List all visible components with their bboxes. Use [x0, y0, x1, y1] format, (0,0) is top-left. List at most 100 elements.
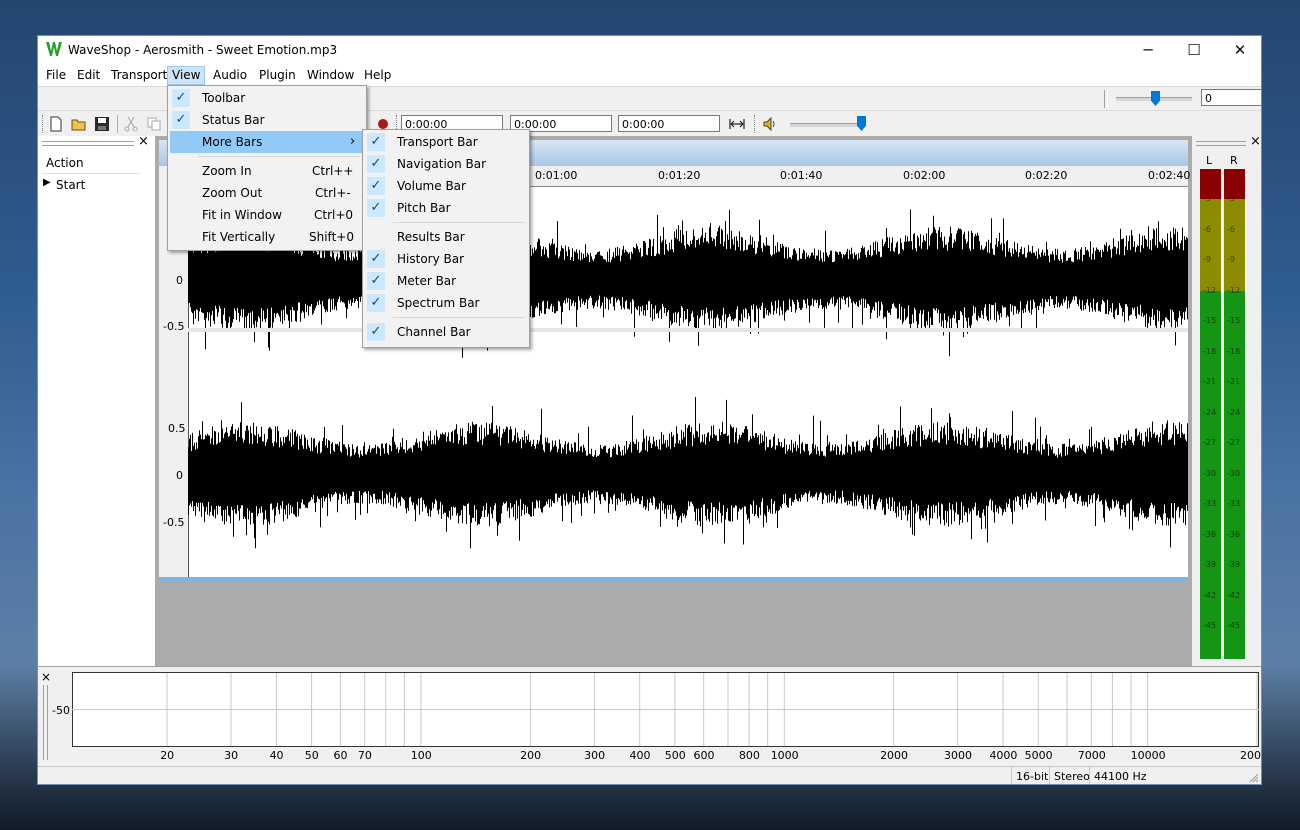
frequency-tick-label: 1000 [770, 749, 799, 762]
view-menu-zoom-in[interactable]: Zoom In Ctrl++ [170, 160, 362, 182]
spectrum-close-button[interactable]: × [41, 670, 51, 684]
toolbar-grip[interactable] [42, 115, 45, 133]
open-folder-icon[interactable] [71, 116, 87, 132]
more-bars-transport-bar[interactable]: ✓ Transport Bar [365, 131, 525, 153]
menu-window[interactable]: Window [303, 67, 358, 84]
close-button[interactable]: ✕ [1217, 36, 1261, 64]
ch2-axis-label: -0.5 [163, 516, 185, 529]
meter-scale-label: -6 [1203, 224, 1211, 234]
menu-transport[interactable]: Transport [107, 67, 171, 84]
check-icon: ✓ [367, 133, 385, 151]
meter-close-button[interactable]: × [1250, 134, 1261, 149]
frequency-tick-label: 200 [520, 749, 542, 762]
status-bar: 16-bit Stereo 44100 Hz [38, 766, 1261, 784]
maximize-button[interactable]: ☐ [1171, 36, 1217, 64]
meter-scale-label: -27 [1203, 438, 1217, 447]
meter-scale-label: -24 [1203, 407, 1217, 417]
menu-audio[interactable]: Audio [209, 67, 251, 84]
meter-scale-label: -30 [1227, 468, 1241, 478]
volume-slider-thumb[interactable] [857, 116, 866, 131]
fit-width-icon[interactable] [729, 116, 745, 132]
new-file-icon[interactable] [48, 116, 64, 132]
history-panel: × Action ▶ Start [38, 134, 156, 666]
check-icon: ✓ [367, 177, 385, 195]
view-menu: ✓ Toolbar ✓ Status Bar More Bars › Zoom … [167, 85, 367, 251]
level-meter: -3 -6 -9 -12 -15 -18 -21 -24 -27 -30 -33 -36 -39 -42-… [1200, 169, 1248, 659]
channel-divider[interactable] [188, 328, 1188, 332]
meter-scale-label: -21 [1203, 377, 1217, 386]
frequency-tick-label: 40 [269, 749, 284, 762]
view-menu-status-bar[interactable]: ✓ Status Bar [170, 109, 362, 131]
check-icon: ✓ [367, 155, 385, 173]
check-icon: ✓ [172, 89, 190, 107]
more-bars-navigation-bar[interactable]: ✓ Navigation Bar [365, 153, 525, 175]
shortcut-label: Ctrl+- [315, 186, 351, 200]
selection-length-field[interactable]: 0:00:00 [618, 115, 720, 132]
menu-separator [393, 317, 525, 318]
view-menu-fit-vertically[interactable]: Fit Vertically Shift+0 [170, 226, 362, 248]
frequency-tick-label: 400 [629, 749, 651, 762]
history-column-header[interactable]: Action [46, 156, 84, 170]
frequency-tick-label: 300 [584, 749, 606, 762]
save-icon[interactable] [94, 116, 110, 132]
ch1-axis-label: 0 [176, 274, 183, 287]
meter-scale-label: -39 [1203, 560, 1217, 569]
panel-grip[interactable] [42, 141, 134, 146]
menu-edit[interactable]: Edit [73, 67, 104, 84]
meter-scale-label: -3 [1203, 194, 1211, 203]
frequency-tick-label: 800 [738, 749, 760, 762]
meter-scale-label: -42 [1227, 590, 1241, 600]
pitch-value-field[interactable]: 0 [1201, 89, 1261, 106]
meter-scale-label: -33 [1227, 499, 1241, 508]
meter-scale-label: -3 [1227, 194, 1235, 203]
spectrum-plot[interactable] [72, 672, 1259, 747]
check-icon: ✓ [367, 199, 385, 217]
meter-scale-label: -33 [1203, 499, 1217, 508]
resize-grip-icon[interactable] [1249, 773, 1259, 783]
current-state-marker-icon: ▶ [43, 177, 51, 188]
ch1-axis-label: -0.5 [163, 320, 185, 333]
more-bars-channel-bar[interactable]: ✓ Channel Bar [365, 321, 525, 343]
meter-scale-label: -21 [1227, 377, 1241, 386]
view-menu-fit-in-window[interactable]: Fit in Window Ctrl+0 [170, 204, 362, 226]
meter-panel: × L R -3 -6 -9 -12 -15 -18 -21 -24 -27 -30 -33 -36-… [1192, 134, 1261, 666]
ruler-tick-label: 0:01:40 [780, 169, 823, 182]
volume-icon[interactable] [762, 116, 778, 132]
panel-grip[interactable] [1196, 141, 1246, 146]
more-bars-meter-bar[interactable]: ✓ Meter Bar [365, 270, 525, 292]
frequency-tick-label: 4000 [989, 749, 1018, 762]
toolbar-grip[interactable] [1104, 90, 1108, 108]
more-bars-results-bar[interactable]: Results Bar [365, 226, 525, 248]
menu-help[interactable]: Help [360, 67, 395, 84]
status-channels: Stereo [1049, 767, 1094, 784]
cut-icon[interactable] [123, 116, 139, 132]
check-icon: ✓ [172, 111, 190, 129]
view-menu-toolbar[interactable]: ✓ Toolbar [170, 87, 362, 109]
more-bars-volume-bar[interactable]: ✓ Volume Bar [365, 175, 525, 197]
menu-view[interactable]: View [167, 66, 206, 85]
volume-slider-track[interactable] [790, 123, 865, 127]
toolbar-separator [117, 115, 118, 133]
menu-file[interactable]: File [42, 67, 70, 84]
frequency-tick-label: 60 [333, 749, 348, 762]
shortcut-label: Ctrl++ [312, 164, 354, 178]
view-menu-more-bars[interactable]: More Bars › [170, 131, 364, 153]
frequency-tick-label: 5000 [1024, 749, 1053, 762]
frequency-tick-label: 70 [357, 749, 372, 762]
meter-scale-label: -6 [1227, 224, 1235, 234]
toolbar-grip[interactable] [754, 115, 757, 133]
more-bars-menu: ✓ Transport Bar ✓ Navigation Bar ✓ Volum… [362, 129, 530, 348]
history-close-button[interactable]: × [138, 134, 149, 149]
history-item-start[interactable]: Start [56, 178, 85, 192]
frequency-tick-label: 20 [160, 749, 175, 762]
more-bars-pitch-bar[interactable]: ✓ Pitch Bar [365, 197, 525, 219]
pitch-slider-thumb[interactable] [1151, 91, 1160, 106]
view-menu-zoom-out[interactable]: Zoom Out Ctrl+- [170, 182, 362, 204]
menu-plugin[interactable]: Plugin [255, 67, 300, 84]
more-bars-spectrum-bar[interactable]: ✓ Spectrum Bar [365, 292, 525, 314]
meter-label-left: L [1206, 154, 1213, 167]
more-bars-history-bar[interactable]: ✓ History Bar [365, 248, 525, 270]
ruler-tick-label: 0:02:20 [1025, 169, 1068, 182]
copy-icon[interactable] [146, 116, 162, 132]
minimize-button[interactable]: ─ [1125, 36, 1171, 64]
